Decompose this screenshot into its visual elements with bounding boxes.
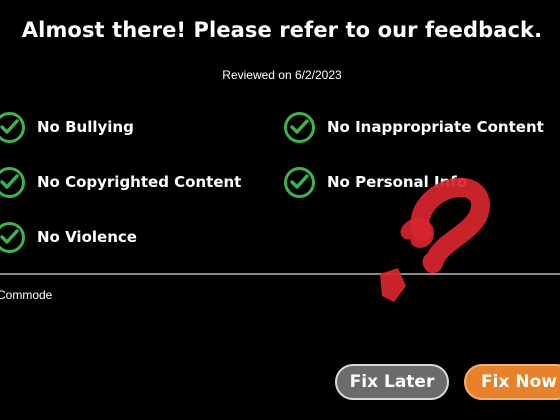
check-circle-icon [0, 166, 25, 198]
checklist-label: No Copyrighted Content [37, 173, 242, 191]
checklist-item-bullying: No Bullying [0, 108, 134, 146]
checklist-label: No Inappropriate Content [327, 118, 544, 136]
fix-later-button[interactable]: Fix Later [335, 364, 449, 400]
check-circle-icon [0, 221, 25, 253]
check-circle-icon [284, 166, 315, 198]
check-circle-icon [0, 111, 25, 143]
checklist-item-violence: No Violence [0, 218, 137, 256]
fix-now-button[interactable]: Fix Now [464, 364, 560, 400]
review-date: Reviewed on 6/2/2023 [222, 68, 342, 82]
checklist-label: No Bullying [37, 118, 134, 136]
project-author: Commode [0, 288, 53, 302]
question-mark-icon [380, 177, 490, 302]
checklist-item-copyright: No Copyrighted Content [0, 163, 241, 201]
checklist-item-inappropriate: No Inappropriate Content [284, 108, 544, 146]
check-circle-icon [284, 111, 315, 143]
feedback-screen: Almost there! Please refer to our feedba… [0, 0, 560, 420]
checklist-label: No Violence [37, 228, 137, 246]
page-title: Almost there! Please refer to our feedba… [21, 18, 543, 42]
